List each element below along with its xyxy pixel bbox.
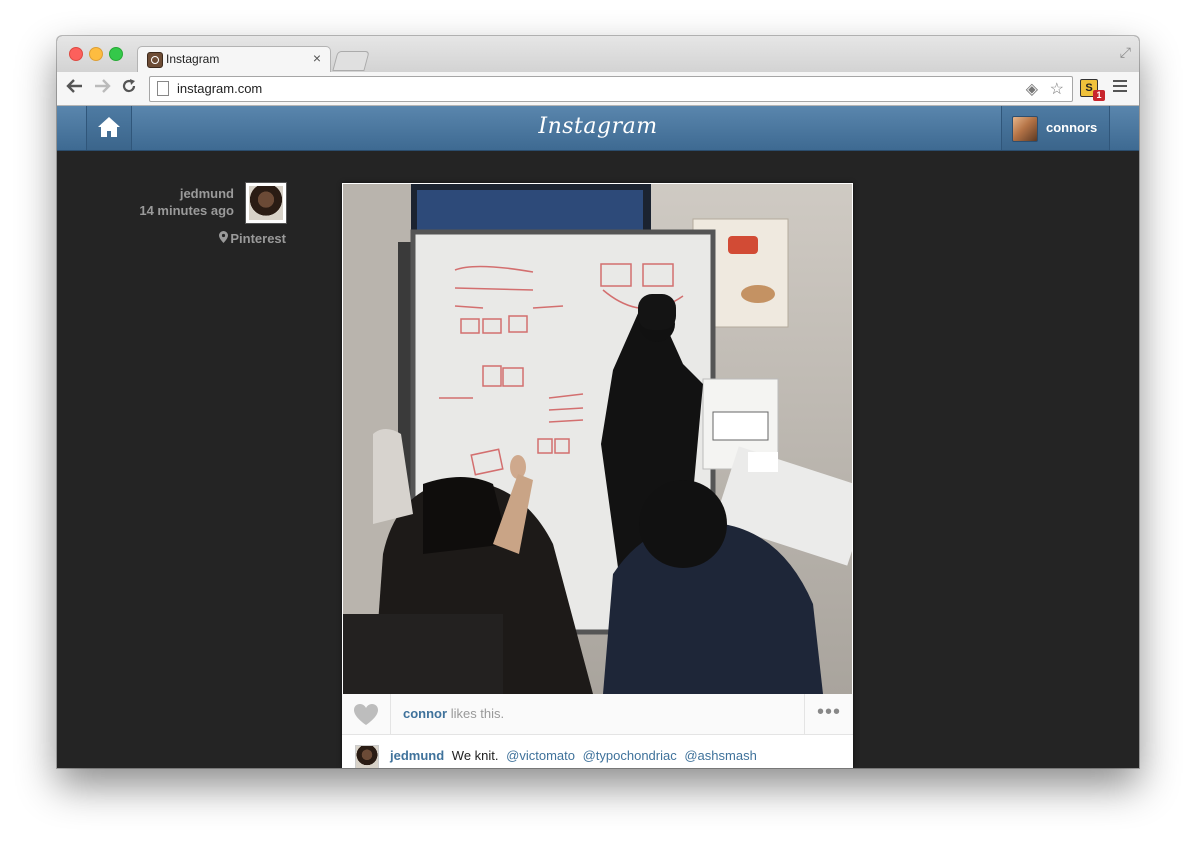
feed: jedmund 14 minutes ago Pinterest connor … [57, 151, 1139, 768]
liker-username[interactable]: connor [403, 706, 447, 721]
likes-text: connor likes this. [403, 706, 504, 721]
instagram-favicon-icon [147, 52, 163, 68]
reload-icon[interactable] [121, 78, 137, 99]
likes-bar: connor likes this. ••• [342, 694, 853, 735]
browser-toolbar: instagram.com ◈ ☆ S 1 [57, 72, 1139, 106]
browser-window: Instagram × ⤢ instagram.com ◈ ☆ S 1 Inst… [57, 36, 1139, 768]
new-tab-button[interactable] [332, 51, 370, 71]
fullscreen-icon[interactable]: ⤢ [1120, 44, 1131, 61]
post-photo[interactable] [343, 184, 852, 694]
extension-diamond-icon[interactable]: ◈ [1026, 79, 1038, 99]
forward-arrow-icon[interactable] [93, 78, 111, 98]
more-options-button[interactable]: ••• [804, 694, 853, 734]
post-card: connor likes this. ••• jedmund We knit. … [342, 183, 853, 768]
page-icon [157, 81, 169, 96]
mention-link[interactable]: @typochondriac [583, 748, 677, 763]
avatar [1012, 116, 1038, 142]
profile-username: connors [1046, 120, 1098, 135]
location-label: Pinterest [230, 231, 286, 246]
mention-link[interactable]: @ashsmash [684, 748, 756, 763]
post-location[interactable]: Pinterest [57, 231, 286, 246]
zoom-window-button[interactable] [109, 47, 123, 61]
post-author[interactable]: jedmund [57, 186, 234, 201]
caption-body: We knit. [451, 748, 499, 763]
caption-avatar[interactable] [355, 745, 379, 768]
minimize-window-button[interactable] [89, 47, 103, 61]
profile-button[interactable]: connors [1001, 106, 1110, 150]
back-arrow-icon[interactable] [66, 78, 84, 98]
instagram-header: Instagram connors [57, 106, 1139, 151]
address-bar[interactable]: instagram.com ◈ ☆ [149, 76, 1073, 102]
tab-strip: Instagram × ⤢ [57, 36, 1139, 73]
post-timestamp[interactable]: 14 minutes ago [57, 203, 234, 218]
tab-close-icon[interactable]: × [313, 50, 321, 66]
chrome-menu-icon[interactable] [1113, 80, 1127, 94]
caption-username[interactable]: jedmund [390, 748, 444, 763]
url-text[interactable]: instagram.com [177, 81, 262, 96]
author-avatar[interactable] [245, 182, 287, 224]
location-pin-icon [219, 231, 229, 246]
like-button[interactable] [342, 694, 391, 734]
caption-row: jedmund We knit. @victomato @typochondri… [342, 735, 853, 768]
instagram-logo[interactable]: Instagram [57, 114, 1139, 139]
bookmark-star-icon[interactable]: ☆ [1050, 79, 1064, 99]
likes-suffix: likes this. [450, 706, 505, 721]
heart-icon [354, 704, 378, 725]
extension-badge: 1 [1093, 90, 1105, 101]
caption-text: jedmund We knit. @victomato @typochondri… [390, 748, 757, 763]
tab-instagram[interactable]: Instagram × [137, 46, 331, 73]
tab-title: Instagram [166, 52, 220, 66]
mention-link[interactable]: @victomato [506, 748, 575, 763]
close-window-button[interactable] [69, 47, 83, 61]
